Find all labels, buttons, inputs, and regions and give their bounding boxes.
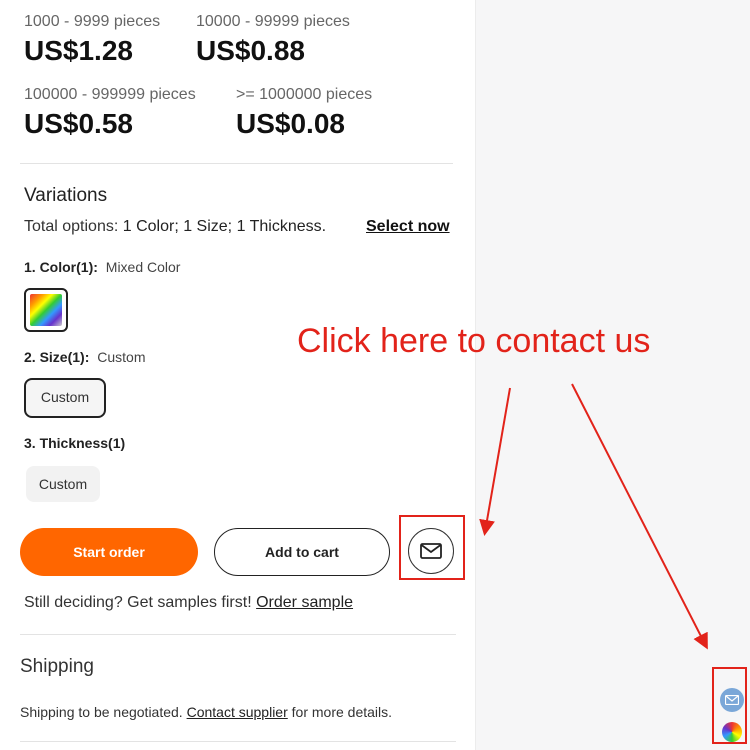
total-options-label: Total options: bbox=[24, 218, 119, 235]
thickness-label: 3. Thickness(1) bbox=[24, 435, 126, 451]
size-label: 2. Size(1): bbox=[24, 349, 90, 365]
size-option-custom[interactable]: Custom bbox=[24, 378, 106, 418]
tier-quantity: 100000 - 999999 pieces bbox=[24, 86, 196, 103]
size-variation-label: 2. Size(1): Custom bbox=[24, 349, 145, 365]
shipping-info: Shipping to be negotiated. Contact suppl… bbox=[20, 704, 392, 720]
variations-title: Variations bbox=[24, 185, 108, 206]
divider bbox=[20, 163, 453, 164]
shipping-title: Shipping bbox=[20, 656, 94, 677]
tier-quantity: >= 1000000 pieces bbox=[236, 86, 373, 103]
price-tier: 100000 - 999999 pieces US$0.58 bbox=[24, 86, 196, 140]
annotation-text: Click here to contact us bbox=[297, 322, 651, 360]
highlight-box-mail bbox=[399, 515, 465, 580]
tier-price: US$1.28 bbox=[24, 35, 133, 66]
tier-price: US$0.08 bbox=[236, 108, 345, 139]
samples-text: Still deciding? Get samples first! bbox=[24, 594, 252, 611]
tier-quantity: 1000 - 9999 pieces bbox=[24, 13, 161, 30]
tier-price: US$0.58 bbox=[24, 108, 133, 139]
right-side-panel bbox=[476, 0, 750, 750]
total-options-value: 1 Color; 1 Size; 1 Thickness. bbox=[122, 218, 327, 235]
total-options: Total options: 1 Color; 1 Size; 1 Thickn… bbox=[24, 218, 326, 236]
tier-price: US$0.88 bbox=[196, 35, 305, 66]
select-now-link[interactable]: Select now bbox=[366, 218, 450, 236]
thickness-option-custom[interactable]: Custom bbox=[26, 466, 100, 502]
divider bbox=[20, 634, 456, 635]
contact-supplier-link[interactable]: Contact supplier bbox=[187, 704, 288, 720]
divider bbox=[20, 741, 456, 742]
size-value: Custom bbox=[97, 349, 146, 365]
shipping-text-before: Shipping to be negotiated. bbox=[20, 704, 183, 720]
shipping-text-after: for more details. bbox=[291, 704, 393, 720]
samples-prompt: Still deciding? Get samples first! Order… bbox=[24, 594, 353, 612]
thickness-variation-label: 3. Thickness(1) bbox=[24, 435, 125, 451]
tier-quantity: 10000 - 99999 pieces bbox=[196, 13, 350, 30]
color-swatch-mixed[interactable] bbox=[24, 288, 68, 332]
order-sample-link[interactable]: Order sample bbox=[256, 594, 353, 611]
color-variation-label: 1. Color(1): Mixed Color bbox=[24, 259, 180, 275]
start-order-button[interactable]: Start order bbox=[20, 528, 198, 576]
color-value: Mixed Color bbox=[105, 259, 181, 275]
color-fan-image bbox=[30, 294, 62, 326]
price-tier: 1000 - 9999 pieces US$1.28 bbox=[24, 13, 160, 67]
add-to-cart-button[interactable]: Add to cart bbox=[214, 528, 390, 576]
highlight-box-floating bbox=[712, 667, 747, 744]
price-tier: 10000 - 99999 pieces US$0.88 bbox=[196, 13, 350, 67]
color-label: 1. Color(1): bbox=[24, 259, 98, 275]
panel-divider bbox=[475, 0, 476, 750]
price-tier: >= 1000000 pieces US$0.08 bbox=[236, 86, 372, 140]
